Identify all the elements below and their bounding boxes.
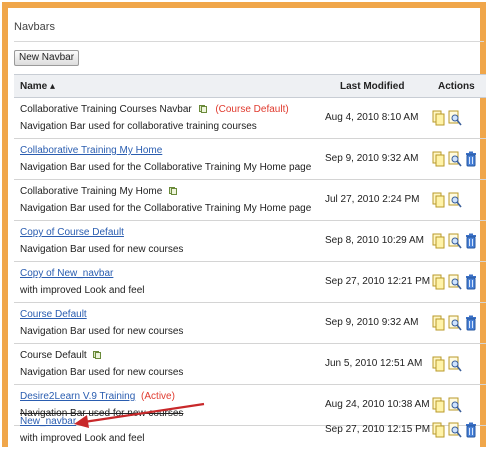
preview-icon[interactable]: [448, 315, 462, 331]
preview-icon[interactable]: [448, 233, 462, 249]
copy-icon[interactable]: [432, 233, 446, 249]
navbar-name: Collaborative Training Courses Navbar: [20, 104, 192, 115]
navbar-name-link[interactable]: New_navbar: [20, 416, 76, 427]
last-modified: Jul 27, 2010 2:24 PM: [325, 194, 420, 205]
table-row: Copy of Course Default Navigation Bar us…: [14, 221, 486, 262]
shared-icon: [169, 187, 178, 196]
title-divider: [14, 41, 484, 42]
delete-icon[interactable]: [464, 274, 478, 290]
shared-icon: [93, 351, 102, 360]
last-modified: Sep 27, 2010 12:21 PM: [325, 276, 431, 287]
preview-icon[interactable]: [448, 110, 462, 126]
navbar-description: Navigation Bar used for the Collaborativ…: [20, 162, 312, 173]
navbar-description: Navigation Bar used for new courses: [20, 367, 184, 378]
last-modified: Sep 9, 2010 9:32 AM: [325, 317, 419, 328]
navbar-description: Navigation Bar used for collaborative tr…: [20, 121, 257, 132]
delete-icon[interactable]: [464, 151, 478, 167]
annotation-arrow: [74, 402, 205, 428]
page-title: Navbars: [14, 21, 55, 33]
table-header: Name ▴ Last Modified Actions: [14, 74, 486, 98]
delete-icon[interactable]: [464, 422, 478, 438]
copy-icon[interactable]: [432, 356, 446, 372]
last-modified: Aug 4, 2010 8:10 AM: [325, 112, 419, 123]
last-modified: Sep 27, 2010 12:15 PM: [325, 424, 431, 435]
last-modified: Sep 8, 2010 10:29 AM: [325, 235, 424, 246]
name-column-header[interactable]: Name ▴: [20, 81, 55, 92]
shared-icon: [198, 105, 207, 114]
copy-icon[interactable]: [432, 192, 446, 208]
navbar-name: Collaborative Training My Home: [20, 186, 163, 197]
navbar-name-link[interactable]: Collaborative Training My Home: [20, 145, 162, 156]
last-modified: Aug 24, 2010 10:38 AM: [325, 399, 430, 410]
course-default-badge: (Course Default): [215, 104, 289, 115]
preview-icon[interactable]: [448, 356, 462, 372]
navbar-name-link[interactable]: Copy of Course Default: [20, 227, 124, 238]
table-row: Collaborative Training My Home Navigatio…: [14, 180, 486, 221]
navbar-name-link[interactable]: Course Default: [20, 309, 87, 320]
last-modified: Jun 5, 2010 12:51 AM: [325, 358, 423, 369]
last-modified: Sep 9, 2010 9:32 AM: [325, 153, 419, 164]
delete-icon[interactable]: [464, 315, 478, 331]
table-row: Collaborative Training Courses Navbar (C…: [14, 98, 486, 139]
last-modified-column-header: Last Modified: [340, 81, 405, 92]
navbar-name-link[interactable]: Copy of New_navbar: [20, 268, 113, 279]
actions-column-header: Actions: [438, 81, 475, 92]
navbar-description: with improved Look and feel: [20, 285, 145, 296]
navbar-name: Course Default: [20, 350, 87, 361]
navbar-description: Navigation Bar used for new courses: [20, 244, 184, 255]
preview-icon[interactable]: [448, 151, 462, 167]
preview-icon[interactable]: [448, 274, 462, 290]
new-navbar-button[interactable]: New Navbar: [14, 50, 80, 66]
copy-icon[interactable]: [432, 422, 446, 438]
copy-icon[interactable]: [432, 274, 446, 290]
table-row: Copy of New_navbar with improved Look an…: [14, 262, 486, 303]
copy-icon[interactable]: [432, 315, 446, 331]
navbar-description: Navigation Bar used for new courses: [20, 326, 184, 337]
table-row: Course Default Navigation Bar used for n…: [14, 303, 486, 344]
copy-icon[interactable]: [432, 110, 446, 126]
navbar-description: Navigation Bar used for the Collaborativ…: [20, 203, 312, 214]
table-row: Collaborative Training My Home Navigatio…: [14, 139, 486, 180]
delete-icon[interactable]: [464, 233, 478, 249]
preview-icon[interactable]: [448, 422, 462, 438]
copy-icon[interactable]: [432, 151, 446, 167]
table-row: Course Default Navigation Bar used for n…: [14, 344, 486, 385]
preview-icon[interactable]: [448, 192, 462, 208]
